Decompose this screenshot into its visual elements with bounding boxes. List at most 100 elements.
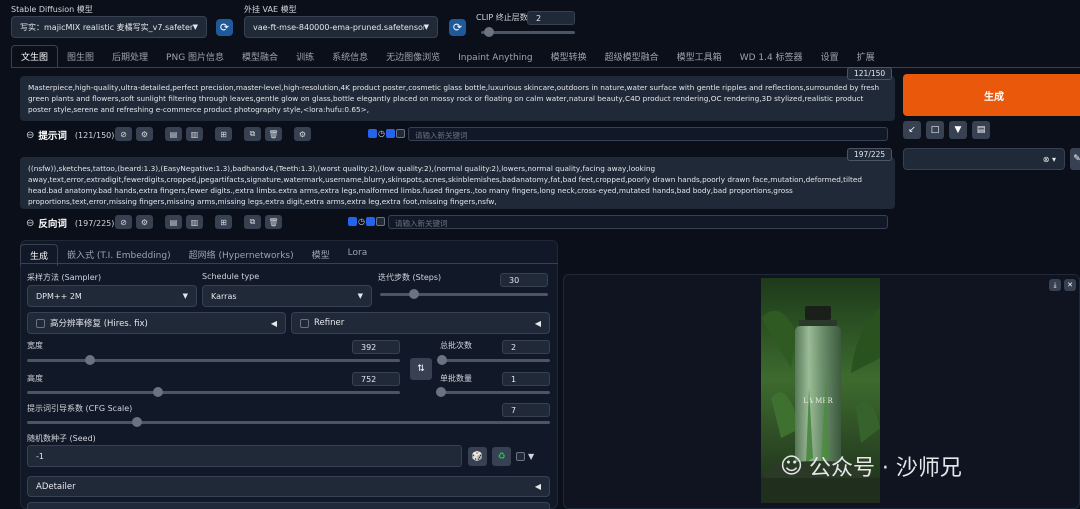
height-slider-thumb[interactable] [152, 387, 163, 397]
cfg-slider[interactable] [27, 417, 550, 427]
sd-model-dropdown[interactable]: 写实：majicMIX realistic 麦橘写实_v7.safetens ▼ [11, 16, 207, 38]
refiner-checkbox[interactable] [300, 318, 309, 328]
refresh-model-button[interactable]: ⟳ [216, 19, 233, 36]
gear-icon[interactable]: ⚙ [294, 127, 311, 141]
settings-icon[interactable]: ⚙ [136, 127, 153, 141]
tab-sysinfo[interactable]: 系统信息 [323, 46, 377, 67]
history-icon[interactable]: ◷ [378, 129, 385, 138]
generate-button[interactable]: 生成 [903, 74, 1080, 116]
dice-icon[interactable]: 🎲 [468, 447, 487, 466]
clip-input[interactable]: 2 [527, 11, 575, 25]
batch-size-input[interactable]: 1 [502, 372, 550, 386]
prompt-label-count: (121/150) [74, 130, 115, 140]
history-icon[interactable]: ◷ [358, 217, 365, 226]
cfg-input[interactable]: 7 [502, 403, 550, 417]
next-accordion[interactable] [27, 502, 550, 509]
sampler-dropdown[interactable]: DPM++ 2M ▼ [27, 285, 197, 307]
seed-input[interactable]: -1 [27, 445, 462, 467]
vae-dropdown[interactable]: vae-ft-mse-840000-ema-pruned.safetensors… [244, 16, 438, 38]
schedule-value: Karras [211, 291, 237, 301]
tab-wd-tagger[interactable]: WD 1.4 标签器 [731, 46, 812, 67]
square-icon[interactable]: □ [926, 121, 944, 139]
tab-img2img[interactable]: 图生图 [58, 46, 103, 67]
collapse-icon[interactable]: ⊖ [26, 218, 34, 229]
height-slider[interactable] [27, 387, 400, 397]
sd-model-value: 写实：majicMIX realistic 麦橘写实_v7.safetens [20, 22, 193, 32]
apply-style-icon[interactable]: ↙ [903, 121, 921, 139]
tab-super-merge[interactable]: 超级模型融合 [596, 46, 668, 67]
toggle-checkbox[interactable] [385, 129, 395, 138]
hires-fix-accordion[interactable]: 高分辨率修复 (Hires. fix) ◀ [27, 312, 286, 334]
width-slider[interactable] [27, 355, 400, 365]
download-icon[interactable]: ⤓ [1049, 279, 1061, 291]
swap-dimensions-button[interactable]: ⇅ [410, 358, 432, 380]
clear-icon[interactable]: ⊘ [115, 215, 132, 229]
refiner-accordion[interactable]: Refiner ◀ [291, 312, 550, 334]
extra-seed-toggle[interactable]: ▼ [516, 452, 534, 461]
extra-seed-checkbox[interactable] [516, 452, 525, 461]
schedule-dropdown[interactable]: Karras ▼ [202, 285, 372, 307]
trash-icon[interactable]: 🗑 [265, 215, 282, 229]
batch-size-slider[interactable] [436, 387, 550, 397]
width-label: 宽度 [27, 341, 43, 350]
clipboard-icon[interactable]: ▤ [972, 121, 990, 139]
steps-input[interactable]: 30 [500, 273, 548, 287]
adetailer-accordion[interactable]: ADetailer ◀ [27, 476, 550, 497]
steps-slider[interactable] [380, 289, 548, 299]
save-icon[interactable]: ▤ [165, 215, 182, 229]
toggle-checkbox[interactable] [368, 129, 377, 138]
collapse-icon[interactable]: ⊖ [26, 130, 34, 141]
toggle-checkbox[interactable] [365, 217, 375, 226]
copy-icon[interactable]: ⧉ [244, 215, 261, 229]
toggle-checkbox[interactable] [348, 217, 357, 226]
negative-tools: ⊘ ⚙ ▤ ▥ ⊞ ⧉ 🗑 [115, 215, 282, 229]
hires-checkbox[interactable] [36, 318, 45, 328]
keyword-input[interactable]: 请输入新关键词 [408, 127, 888, 141]
styles-dropdown[interactable]: ⊗ ▾ [903, 148, 1065, 170]
load-icon[interactable]: ▥ [186, 127, 203, 141]
negative-toggles: ◷ [348, 217, 385, 226]
trash-icon[interactable]: ▼ [949, 121, 967, 139]
tab-settings[interactable]: 设置 [812, 46, 848, 67]
negative-keyword-input[interactable]: 请输入新关键词 [388, 215, 888, 229]
tab-inpaint-anything[interactable]: Inpaint Anything [449, 49, 542, 67]
grid-icon[interactable]: ⊞ [215, 127, 232, 141]
toggle-checkbox[interactable] [395, 129, 405, 138]
copy-icon[interactable]: ⧉ [244, 127, 261, 141]
load-icon[interactable]: ▥ [186, 215, 203, 229]
width-input[interactable]: 392 [352, 340, 400, 354]
close-icon[interactable]: ✕ [1064, 279, 1076, 291]
batch-count-slider[interactable] [437, 355, 550, 365]
batch-size-slider-thumb[interactable] [436, 387, 446, 397]
clear-icon[interactable]: ⊘ [115, 127, 132, 141]
tab-merge[interactable]: 模型融合 [233, 46, 287, 67]
tab-extras[interactable]: 后期处理 [103, 46, 157, 67]
chevron-down-icon: ▼ [357, 292, 363, 300]
height-input[interactable]: 752 [352, 372, 400, 386]
tab-txt2img[interactable]: 文生图 [11, 45, 59, 67]
tab-model-toolkit[interactable]: 模型工具箱 [668, 46, 731, 67]
tab-png-info[interactable]: PNG 图片信息 [157, 46, 233, 67]
clip-slider[interactable] [481, 27, 575, 37]
grid-icon[interactable]: ⊞ [215, 215, 232, 229]
tab-image-browser[interactable]: 无边图像浏览 [377, 46, 449, 67]
batch-count-input[interactable]: 2 [502, 340, 550, 354]
tab-model-convert[interactable]: 模型转换 [542, 46, 596, 67]
tab-extensions[interactable]: 扩展 [848, 46, 884, 67]
steps-slider-thumb[interactable] [408, 289, 419, 299]
recycle-icon[interactable]: ♻ [492, 447, 511, 466]
clip-slider-thumb[interactable] [483, 27, 494, 37]
negative-counter: 197/225 [847, 148, 893, 161]
toggle-checkbox[interactable] [375, 217, 385, 226]
cfg-slider-thumb[interactable] [131, 417, 142, 427]
save-icon[interactable]: ▤ [165, 127, 182, 141]
trash-icon[interactable]: 🗑 [265, 127, 282, 141]
negative-prompt-textarea[interactable]: ((nsfw)),sketches,tattoo,(beard:1.3),(Ea… [20, 157, 895, 209]
edit-styles-icon[interactable]: ✎ [1070, 148, 1080, 170]
settings-icon[interactable]: ⚙ [136, 215, 153, 229]
refresh-vae-button[interactable]: ⟳ [449, 19, 466, 36]
tab-train[interactable]: 训练 [287, 46, 323, 67]
prompt-textarea[interactable]: Masterpiece,high-quality,ultra-detailed,… [20, 76, 895, 121]
refiner-label: Refiner [314, 318, 345, 328]
close-icon[interactable]: ⊗ ▾ [1043, 155, 1056, 164]
